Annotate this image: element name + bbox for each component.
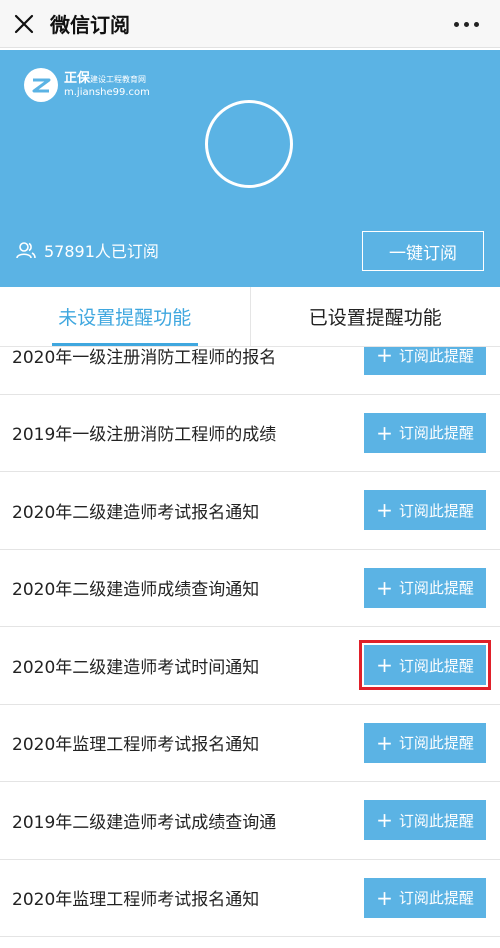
tab-bar: 未设置提醒功能 已设置提醒功能	[0, 287, 500, 347]
subscribe-reminder-button[interactable]: + 订阅此提醒	[364, 722, 486, 763]
subscribe-reminder-button[interactable]: + 订阅此提醒	[364, 490, 486, 531]
list-item: 2020年二级建造师考试报名通知 + 订阅此提醒	[0, 472, 500, 550]
subscribe-button-label: 订阅此提醒	[398, 734, 474, 753]
subscriber-text: 57891人已订阅	[44, 242, 159, 261]
list-item: 2019年二级建造师考试成绩查询通 + 订阅此提醒	[0, 782, 500, 860]
reminder-list[interactable]: 2020年一级注册消防工程师的报名 + 订阅此提醒 2019年一级注册消防工程师的成绩…	[0, 347, 500, 948]
hero-banner: 正保建设工程教育网 m.jianshe99.com 57891人已订阅 一键订阅	[0, 50, 500, 287]
close-icon[interactable]	[0, 0, 48, 48]
plus-icon: +	[376, 885, 393, 910]
plus-icon: +	[376, 498, 393, 523]
list-item: 2019年一级注册消防工程师的成绩 + 订阅此提醒	[0, 395, 500, 472]
reminder-title: 2019年一级注册消防工程师的成绩	[12, 425, 277, 446]
subscribe-reminder-button[interactable]: + 订阅此提醒	[364, 877, 486, 918]
page-title: 微信订阅	[50, 13, 130, 37]
more-icon[interactable]	[448, 12, 484, 36]
subscribe-button-label: 订阅此提醒	[398, 656, 474, 675]
reminder-title: 2020年二级建造师考试时间通知	[12, 657, 260, 678]
logo-subtitle: 建设工程教育网	[90, 75, 147, 85]
logo-mark-icon	[24, 68, 58, 102]
subscribe-button-label: 订阅此提醒	[398, 579, 474, 598]
plus-icon: +	[376, 420, 393, 445]
logo-url: m.jianshe99.com	[64, 86, 150, 98]
subscribe-button-label: 订阅此提醒	[398, 501, 474, 520]
tab-unset-reminders[interactable]: 未设置提醒功能	[0, 287, 250, 346]
plus-icon: +	[376, 730, 393, 755]
logo-brand: 正保	[64, 71, 91, 87]
subscriber-count: 57891人已订阅	[16, 238, 159, 262]
list-item: 2020年监理工程师考试报名通知 + 订阅此提醒	[0, 705, 500, 782]
users-icon	[16, 242, 36, 259]
one-key-subscribe-button[interactable]: 一键订阅	[362, 231, 484, 271]
plus-icon: +	[376, 575, 393, 600]
reminder-title: 2020年监理工程师考试报名通知	[12, 890, 260, 911]
reminder-title: 2020年二级建造师成绩查询通知	[12, 580, 260, 601]
reminder-title: 2019年二级建造师考试成绩查询通	[12, 812, 277, 833]
plus-icon: +	[376, 808, 393, 833]
brand-logo: 正保建设工程教育网 m.jianshe99.com	[24, 68, 150, 102]
subscribe-reminder-button[interactable]: + 订阅此提醒	[364, 347, 486, 376]
reminder-title: 2020年监理工程师考试报名通知	[12, 735, 260, 756]
reminder-title: 2020年一级注册消防工程师的报名	[12, 347, 277, 368]
plus-icon: +	[376, 347, 393, 368]
subscribe-button-label: 订阅此提醒	[398, 424, 474, 443]
subscribe-button-label: 订阅此提醒	[398, 347, 474, 365]
list-item: 2020年二级建造师考试时间通知 + 订阅此提醒	[0, 627, 500, 705]
reminder-title: 2020年二级建造师考试报名通知	[12, 502, 260, 523]
list-item: 2020年一级注册消防工程师的报名 + 订阅此提醒	[0, 347, 500, 395]
avatar	[205, 100, 293, 188]
subscribe-reminder-button[interactable]: + 订阅此提醒	[364, 800, 486, 841]
subscribe-reminder-button[interactable]: + 订阅此提醒	[364, 412, 486, 453]
subscribe-reminder-button[interactable]: + 订阅此提醒	[364, 567, 486, 608]
tab-set-reminders[interactable]: 已设置提醒功能	[249, 287, 500, 346]
list-item: 2020年二级建造师成绩查询通知 + 订阅此提醒	[0, 550, 500, 627]
list-item: 2020年监理工程师考试报名通知 + 订阅此提醒	[0, 860, 500, 937]
subscribe-button-label: 订阅此提醒	[398, 811, 474, 830]
top-navbar: 微信订阅	[0, 0, 500, 48]
subscribe-button-label: 订阅此提醒	[398, 889, 474, 908]
plus-icon: +	[376, 653, 393, 678]
subscribe-reminder-button[interactable]: + 订阅此提醒	[359, 640, 491, 691]
